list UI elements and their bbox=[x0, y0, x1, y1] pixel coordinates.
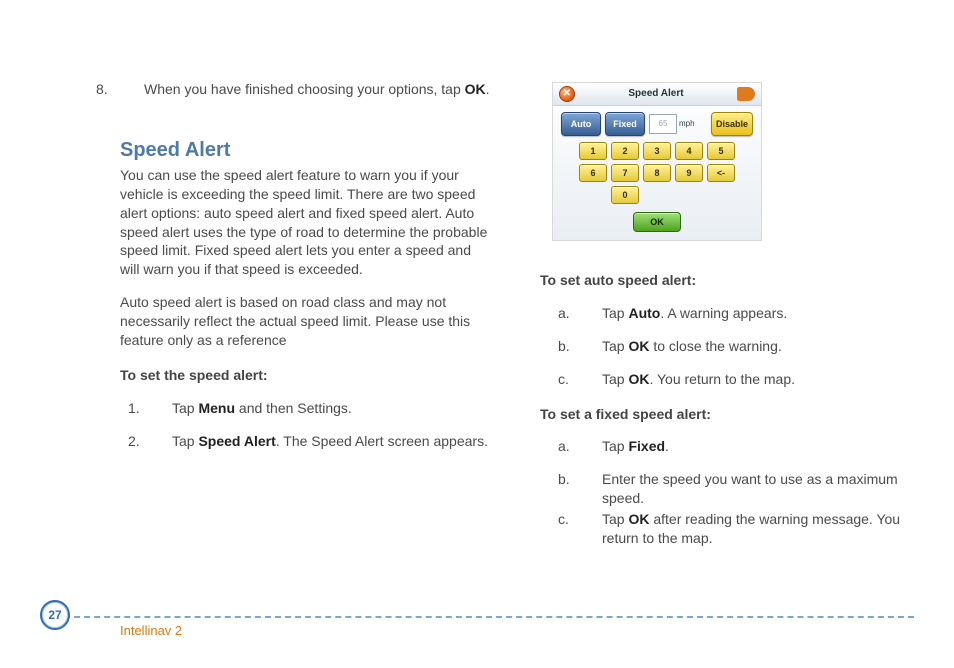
fixed-steps: a.Tap Fixed. b.Enter the speed you want … bbox=[580, 437, 920, 547]
right-column: ✕ Speed Alert Auto Fixed 65 mph Disable … bbox=[540, 82, 920, 562]
key-5: 5 bbox=[707, 142, 735, 160]
shot-mode-row: Auto Fixed 65 mph Disable bbox=[553, 106, 761, 140]
mph-group: 65 mph bbox=[649, 114, 707, 134]
auto-step-c: c.Tap OK. You return to the map. bbox=[580, 370, 920, 389]
key-7: 7 bbox=[611, 164, 639, 182]
set-speed-step2: 2.Tap Speed Alert. The Speed Alert scree… bbox=[150, 432, 490, 451]
fixed-step-a: a.Tap Fixed. bbox=[580, 437, 920, 456]
disable-button: Disable bbox=[711, 112, 753, 136]
key-9: 9 bbox=[675, 164, 703, 182]
key-2: 2 bbox=[611, 142, 639, 160]
left-column: 8.When you have finished choosing your o… bbox=[120, 80, 490, 465]
step-8-text: When you have finished choosing your opt… bbox=[144, 81, 465, 97]
speed-alert-para1: You can use the speed alert feature to w… bbox=[120, 166, 490, 279]
product-name: Intellinav 2 bbox=[120, 622, 182, 640]
close-icon: ✕ bbox=[559, 86, 575, 102]
key-3: 3 bbox=[643, 142, 671, 160]
sub-set-speed-alert: To set the speed alert: bbox=[120, 366, 490, 385]
sub-fixed: To set a fixed speed alert: bbox=[540, 405, 920, 424]
fixed-step-c: c.Tap OK after reading the warning messa… bbox=[580, 510, 920, 548]
shot-title-text: Speed Alert bbox=[628, 87, 683, 101]
keypad: 1 2 3 4 5 6 7 8 9 0 <- bbox=[553, 140, 761, 210]
auto-step-a: a.Tap Auto. A warning appears. bbox=[580, 304, 920, 323]
key-1: 1 bbox=[579, 142, 607, 160]
key-4: 4 bbox=[675, 142, 703, 160]
step-8-tail: . bbox=[486, 81, 490, 97]
sub-auto: To set auto speed alert: bbox=[540, 271, 920, 290]
key-back: <- bbox=[707, 164, 735, 182]
step-8-bold: OK bbox=[465, 81, 486, 97]
auto-steps: a.Tap Auto. A warning appears. b.Tap OK … bbox=[580, 304, 920, 389]
key-0: 0 bbox=[611, 186, 639, 204]
speed-alert-screenshot: ✕ Speed Alert Auto Fixed 65 mph Disable … bbox=[552, 82, 762, 241]
speed-alert-para2: Auto speed alert is based on road class … bbox=[120, 293, 490, 350]
mph-unit: mph bbox=[679, 119, 695, 130]
shot-ok-row: OK bbox=[553, 210, 761, 240]
set-speed-steps: 1.Tap Menu and then Settings. 2.Tap Spee… bbox=[150, 399, 490, 451]
auto-step-b: b.Tap OK to close the warning. bbox=[580, 337, 920, 356]
shot-titlebar: ✕ Speed Alert bbox=[553, 83, 761, 106]
heading-speed-alert: Speed Alert bbox=[120, 137, 490, 164]
auto-button: Auto bbox=[561, 112, 601, 136]
fixed-step-b: b.Enter the speed you want to use as a m… bbox=[580, 470, 920, 508]
step-8-number: 8. bbox=[120, 80, 144, 99]
mph-input: 65 bbox=[649, 114, 677, 134]
horn-icon bbox=[737, 87, 755, 101]
set-speed-step1: 1.Tap Menu and then Settings. bbox=[150, 399, 490, 418]
page-number-badge: 27 bbox=[40, 600, 70, 630]
fixed-button: Fixed bbox=[605, 112, 645, 136]
key-6: 6 bbox=[579, 164, 607, 182]
ok-button: OK bbox=[633, 212, 681, 232]
step-8: 8.When you have finished choosing your o… bbox=[144, 80, 490, 99]
key-8: 8 bbox=[643, 164, 671, 182]
footer-divider bbox=[64, 616, 914, 618]
manual-page: 8.When you have finished choosing your o… bbox=[0, 0, 954, 668]
